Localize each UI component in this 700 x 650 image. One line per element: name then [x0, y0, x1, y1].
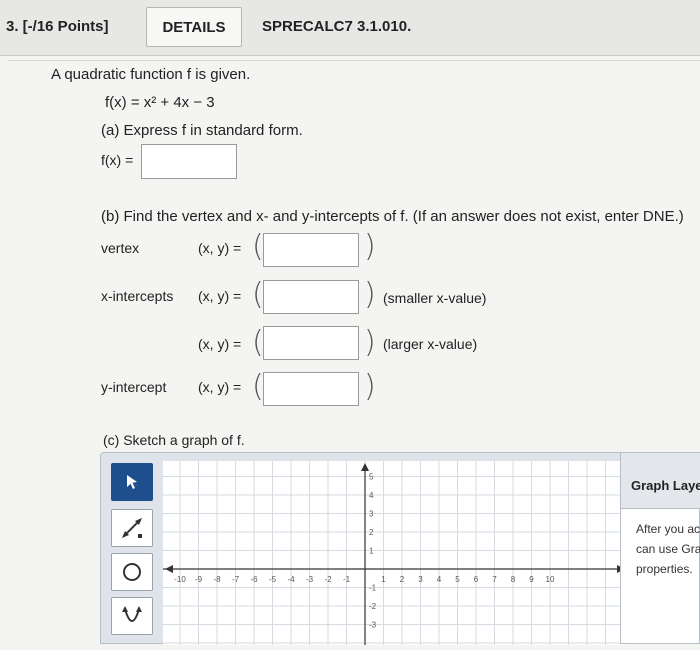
x-tick-label: 8	[511, 575, 516, 584]
x-intercepts-label: x-intercepts	[101, 288, 174, 304]
x-intercept-2-coord-label: (x, y) =	[198, 336, 242, 352]
vertex-label: vertex	[101, 240, 140, 256]
standard-form-input[interactable]	[141, 144, 237, 179]
open-paren: (	[252, 325, 264, 360]
x-tick-label: -10	[174, 575, 186, 584]
x-tick-label: -7	[232, 575, 240, 584]
close-paren: )	[364, 229, 376, 264]
close-paren: )	[364, 325, 376, 360]
x-tick-label: -9	[195, 575, 203, 584]
x-intercept-larger-input[interactable]	[263, 326, 359, 360]
x-tick-label: 1	[381, 575, 386, 584]
x-tick-label: 3	[418, 575, 423, 584]
y-tick-label: 4	[369, 491, 374, 500]
x-tick-label: 6	[474, 575, 479, 584]
help-line: properties.	[636, 562, 693, 576]
graph-grid[interactable]: -10 -9 -8 -7 -6 -5 -4 -3 -2 -1 1 2 3 4 5 6 7 8 9 10 1 2 3 4 5 -1 -…	[163, 461, 627, 645]
graph-layers-header: Graph Laye	[621, 453, 700, 509]
parabola-tool-button[interactable]	[111, 597, 153, 635]
x-tick-label: -1	[343, 575, 351, 584]
details-button[interactable]: DETAILS	[146, 7, 242, 47]
line-tool-icon	[122, 518, 142, 538]
y-tick-label: 5	[369, 473, 374, 482]
help-line: After you ac	[636, 522, 700, 536]
vertex-coord-label: (x, y) =	[198, 240, 242, 256]
y-intercept-label: y-intercept	[101, 379, 167, 395]
y-tick-label: 1	[369, 547, 374, 556]
arrow-pointer-icon	[127, 475, 137, 489]
x-tick-label: -3	[306, 575, 314, 584]
function-definition: f(x) = x² + 4x − 3	[105, 94, 215, 111]
x-tick-label: 5	[455, 575, 460, 584]
graph-layers-panel: Graph Laye After you ac can use Gra prop…	[620, 452, 700, 644]
header-divider	[8, 60, 700, 61]
coordinate-plane[interactable]: -10 -9 -8 -7 -6 -5 -4 -3 -2 -1 1 2 3 4 5 6 7 8 9 10 1 2 3 4 5 -1 -…	[163, 461, 627, 645]
close-paren: )	[364, 277, 376, 312]
y-tick-label: 2	[369, 528, 374, 537]
open-paren: (	[252, 277, 264, 312]
y-tick-label: 3	[369, 510, 374, 519]
graphing-tool: -10 -9 -8 -7 -6 -5 -4 -3 -2 -1 1 2 3 4 5 6 7 8 9 10 1 2 3 4 5 -1 -…	[100, 452, 628, 645]
problem-code: SPRECALC7 3.1.010.	[262, 18, 412, 35]
x-intercept-smaller-input[interactable]	[263, 280, 359, 314]
select-tool-button[interactable]	[111, 463, 153, 501]
vertex-input[interactable]	[263, 233, 359, 267]
smaller-x-note: (smaller x-value)	[383, 290, 487, 306]
line-tool-button[interactable]	[111, 509, 153, 547]
circle-tool-button[interactable]	[111, 553, 153, 591]
x-tick-label: 4	[437, 575, 442, 584]
x-tick-label: -6	[250, 575, 258, 584]
open-paren: (	[252, 229, 264, 264]
x-tick-label: -8	[213, 575, 221, 584]
close-paren: )	[364, 369, 376, 404]
part-b-prompt: (b) Find the vertex and x- and y-interce…	[101, 208, 684, 225]
part-c-prompt: (c) Sketch a graph of f.	[103, 432, 245, 448]
parabola-tool-icon	[122, 606, 142, 622]
open-paren: (	[252, 369, 264, 404]
y-tick-label: -1	[369, 584, 377, 593]
x-tick-label: -4	[287, 575, 295, 584]
question-number: 3. [-/16 Points]	[6, 18, 109, 35]
y-intercept-coord-label: (x, y) =	[198, 379, 242, 395]
x-tick-label: 7	[492, 575, 497, 584]
x-tick-label: 2	[400, 575, 405, 584]
part-a-prompt: (a) Express f in standard form.	[101, 122, 303, 139]
x-intercept-1-coord-label: (x, y) =	[198, 288, 242, 304]
graph-layers-help: After you ac can use Gra properties.	[636, 519, 700, 579]
y-tick-label: -3	[369, 621, 377, 630]
circle-tool-icon	[123, 563, 141, 581]
x-axis-arrow-left	[165, 565, 173, 573]
y-intercept-input[interactable]	[263, 372, 359, 406]
x-tick-label: 10	[546, 575, 555, 584]
x-tick-label: 9	[529, 575, 534, 584]
help-line: can use Gra	[636, 542, 700, 556]
question-header: 3. [-/16 Points] DETAILS SPRECALC7 3.1.0…	[0, 0, 700, 56]
problem-intro: A quadratic function f is given.	[51, 66, 251, 83]
y-tick-label: -2	[369, 602, 377, 611]
part-a-label: f(x) =	[101, 152, 134, 168]
larger-x-note: (larger x-value)	[383, 336, 478, 352]
y-axis-arrow	[361, 463, 369, 471]
graph-layers-title: Graph Laye	[631, 478, 700, 493]
x-tick-label: -2	[324, 575, 332, 584]
x-tick-label: -5	[269, 575, 277, 584]
